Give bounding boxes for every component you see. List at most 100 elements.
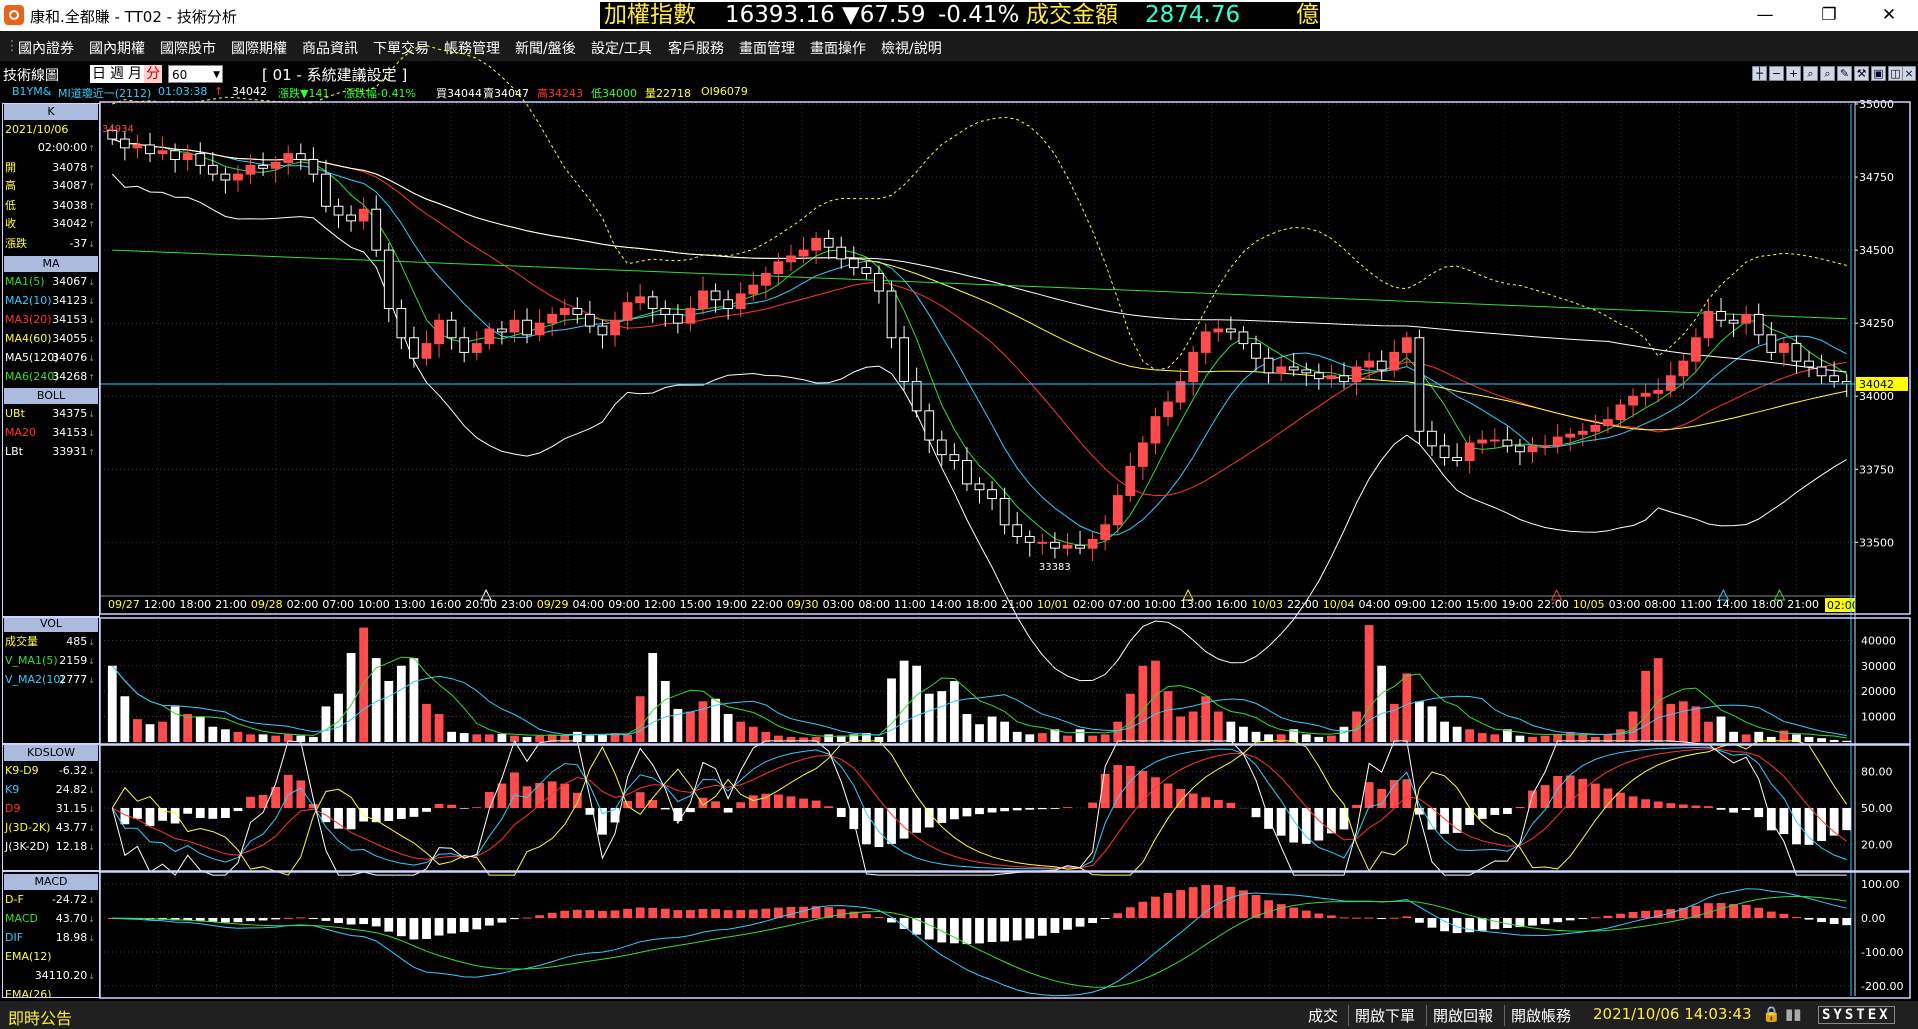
candle-body: [1452, 457, 1462, 462]
lock-icon[interactable]: 🔒: [1762, 1005, 1781, 1023]
candle-body: [1804, 360, 1814, 368]
kd-bar: [786, 796, 796, 808]
kd-bar: [1226, 802, 1236, 808]
vol-bar: [912, 665, 922, 742]
time-tick-label: 21:00: [1787, 598, 1819, 611]
vol-bar: [1653, 658, 1663, 742]
candle-body: [1326, 375, 1337, 380]
vol-bar: [1063, 735, 1072, 742]
time-tick-label: 09/28: [251, 598, 283, 611]
time-tick-label: 10/03: [1251, 598, 1283, 611]
candle-body: [1665, 375, 1676, 391]
price-tick-label: 35000: [1859, 98, 1894, 111]
macd-bar: [686, 910, 695, 919]
technical-chart[interactable]: 35000 34750 34500 34250 34000 33750 33500 34042…: [0, 0, 1918, 1029]
macd-bar: [246, 918, 255, 922]
candle-body: [1653, 389, 1664, 394]
kd-bar: [1125, 765, 1135, 808]
macd-bar: [1590, 917, 1600, 919]
time-tick-label: 08:00: [1644, 598, 1676, 611]
candle-body: [1050, 541, 1060, 549]
kd-bar: [510, 772, 519, 808]
candle: [346, 205, 356, 232]
candle-body: [1678, 360, 1689, 377]
kd-bar: [660, 808, 670, 810]
vol-bar: [975, 724, 984, 742]
candle-body: [1401, 337, 1412, 353]
macd-bar: [1427, 918, 1437, 928]
time-tick-label: 19:00: [1501, 598, 1533, 611]
candle-body: [1778, 343, 1789, 353]
macd-bar: [723, 910, 733, 919]
vol-bar: [447, 731, 457, 742]
open-report-button[interactable]: 開啟回報: [1426, 1005, 1493, 1026]
vol-bar: [1213, 711, 1223, 742]
candle-body: [710, 290, 721, 301]
kd-bar: [1666, 803, 1676, 808]
macd-tick-label: -100.00: [1861, 946, 1903, 959]
candle-body: [1024, 535, 1035, 543]
macd-bar: [861, 913, 871, 919]
open-account-button[interactable]: 開啟帳務: [1504, 1005, 1571, 1026]
kd-bar: [384, 808, 394, 821]
kd-bar: [472, 807, 482, 808]
candle: [119, 131, 130, 161]
vol-bar: [308, 736, 318, 742]
vol-bar: [1025, 734, 1035, 742]
kd-bar: [434, 803, 444, 808]
candle: [1313, 363, 1324, 390]
candle: [321, 159, 331, 213]
vol-bar: [208, 726, 218, 742]
candle: [1024, 530, 1035, 557]
kd-bar: [1201, 797, 1211, 808]
vol-bar: [1842, 740, 1852, 742]
bulletin-button[interactable]: 即時公告: [8, 1005, 72, 1029]
vol-bar: [623, 734, 632, 742]
vol-bar: [949, 681, 959, 742]
candle: [1703, 300, 1714, 347]
vol-bar: [384, 681, 394, 742]
kd-bar: [1151, 777, 1160, 808]
kd-bar: [1678, 804, 1688, 808]
candle: [283, 145, 294, 175]
macd-bar: [585, 910, 595, 919]
candle-body: [1037, 541, 1048, 544]
kd-bar: [1691, 805, 1701, 808]
time-tick-label: 11:00: [894, 598, 926, 611]
macd-bar: [1289, 907, 1299, 919]
vol-bar: [1327, 735, 1336, 742]
time-tick-label: 02:00: [1073, 598, 1105, 611]
candle-body: [308, 159, 319, 175]
vol-bar: [1716, 716, 1726, 742]
time-tick-label: 11:00: [1680, 598, 1712, 611]
macd-bar: [560, 910, 570, 919]
macd-bar: [535, 915, 545, 919]
candle-body: [647, 296, 658, 310]
candle: [1439, 433, 1450, 466]
candle-body: [1590, 424, 1601, 432]
candle-body: [346, 214, 356, 222]
macd-bar: [1012, 918, 1022, 941]
kd-bar: [1729, 808, 1738, 813]
kd-bar: [711, 801, 720, 808]
macd-bar: [1276, 904, 1286, 919]
candle-body: [157, 150, 168, 155]
candle: [497, 321, 507, 345]
macd-bar: [673, 910, 683, 919]
kd-bar: [1603, 788, 1613, 808]
candle-body: [182, 153, 193, 161]
candle: [1753, 303, 1764, 345]
open-order-button[interactable]: 開啟下單: [1348, 1005, 1415, 1026]
macd-bar: [208, 918, 218, 922]
candle-body: [786, 255, 796, 263]
kd-bar: [1628, 796, 1638, 808]
trade-button[interactable]: 成交: [1308, 1005, 1338, 1026]
vol-bar: [1377, 665, 1387, 742]
kd-bar: [1213, 800, 1223, 808]
kd-bar: [1037, 808, 1047, 810]
candle-body: [383, 249, 394, 310]
kd-bar: [422, 808, 431, 812]
macd-bar: [271, 918, 281, 920]
candle-body: [1351, 366, 1362, 383]
candle-body: [559, 308, 570, 315]
